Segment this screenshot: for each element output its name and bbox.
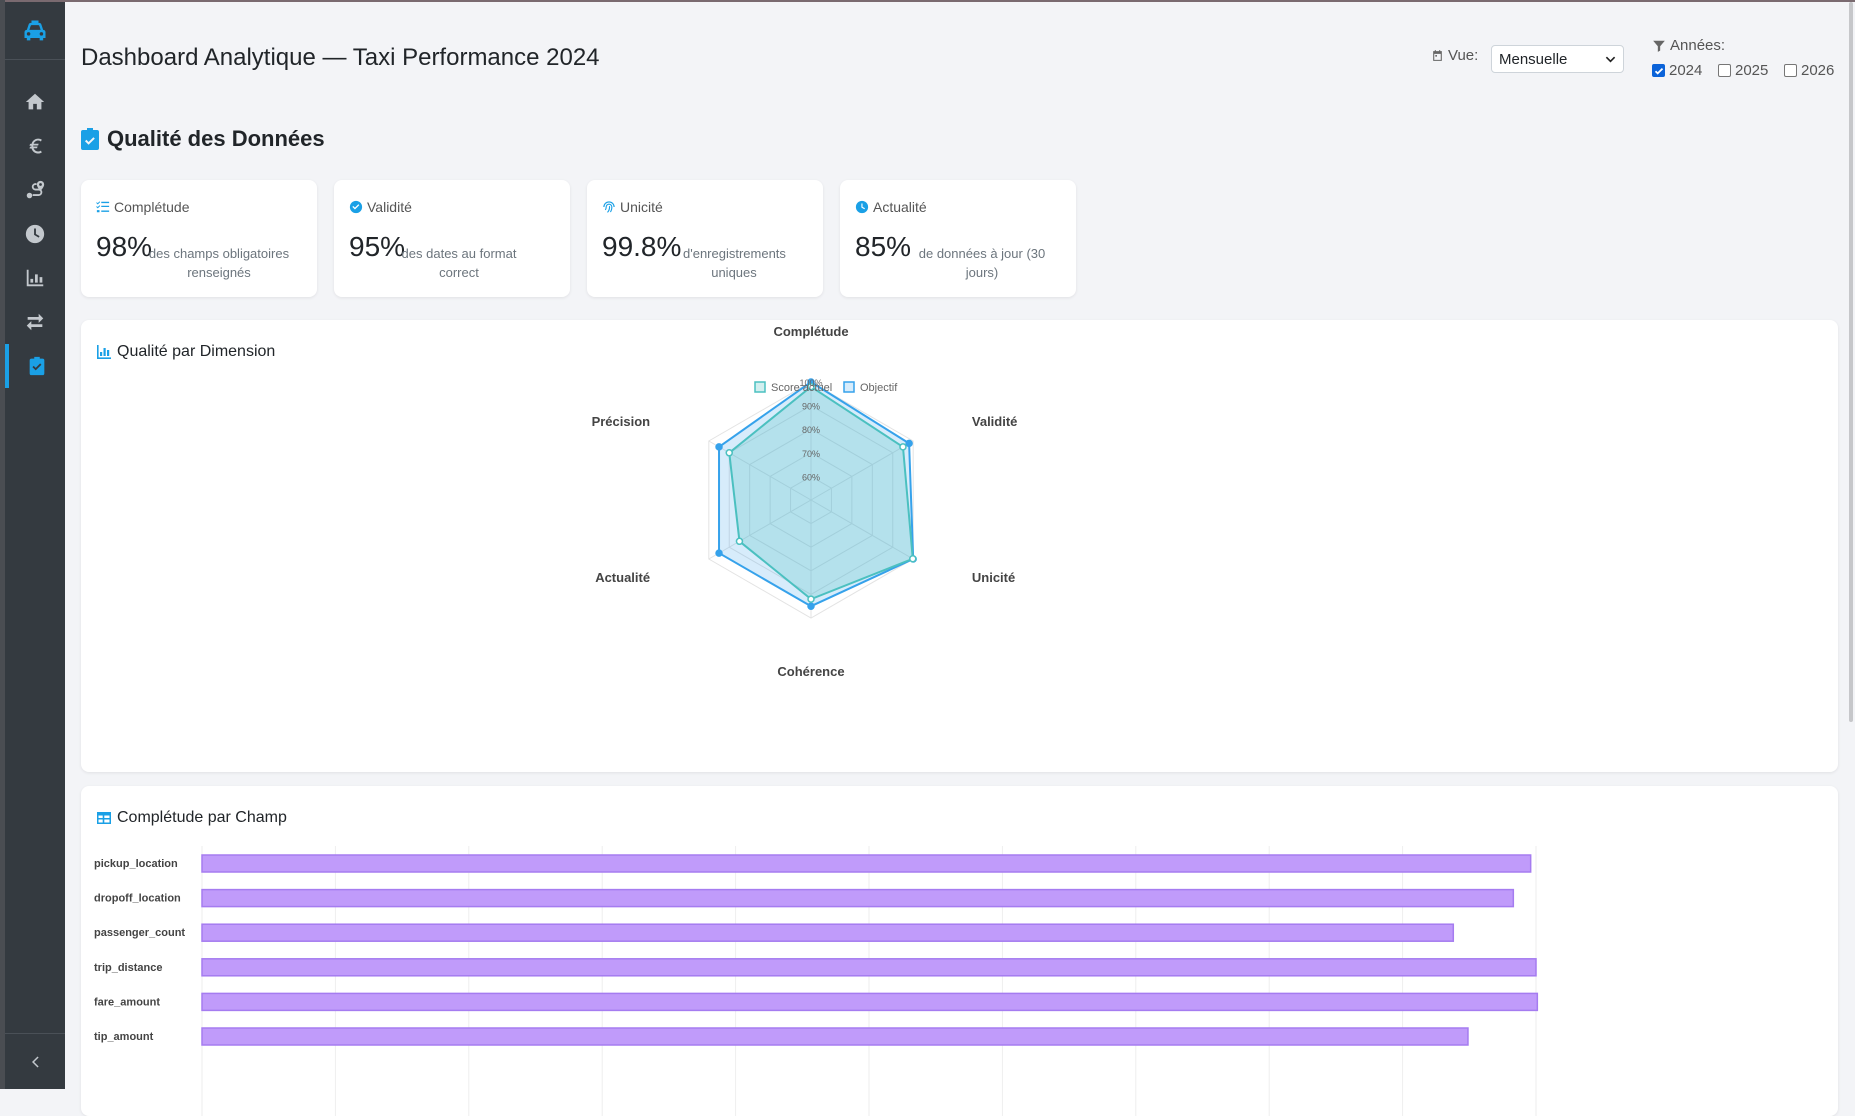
bar[interactable] (201, 992, 1539, 1012)
main-content: Dashboard Analytique — Taxi Performance … (65, 2, 1855, 1116)
taxi-icon[interactable] (5, 2, 65, 60)
sidebar (5, 2, 65, 1089)
radar-chart-card: Qualité par Dimension 60% 70% 80% 90% 100% Co… (81, 320, 1838, 772)
bar-chart-card: Complétude par Champ pickup_location drop… (81, 786, 1838, 1116)
kpi-value: 99.8% (602, 231, 682, 262)
kpi-value: 85% (855, 231, 912, 262)
kpi-card-completude: Complétude 98% des champs obligatoires r… (81, 180, 317, 297)
chevron-left-icon[interactable] (5, 1033, 65, 1089)
radar-tick-label: 70% (802, 449, 820, 459)
radar-point[interactable] (715, 549, 723, 557)
radar-axis-label: Actualité (595, 570, 650, 585)
kpi-value: 95% (349, 231, 406, 262)
radar-axis-label: Précision (592, 414, 651, 429)
clipboard-check-icon (81, 128, 99, 150)
kpi-description: d'enregistrements uniques (683, 246, 786, 280)
view-select-value: Mensuelle (1499, 50, 1568, 68)
filter-icon (1653, 40, 1665, 52)
kpi-description: des dates au format correct (401, 246, 517, 280)
legend-label[interactable]: Score actuel (771, 382, 832, 394)
checkbox[interactable] (1718, 64, 1731, 77)
radar-axis-label: Complétude (773, 324, 848, 339)
radar-tick-label: 60% (802, 472, 820, 482)
checkbox-checked[interactable] (1652, 64, 1665, 77)
chart-icon[interactable] (5, 256, 65, 300)
bar[interactable] (201, 888, 1515, 908)
scrollbar-thumb[interactable] (1849, 2, 1853, 722)
bar-category-label: pickup_location (94, 858, 178, 870)
page-title: Dashboard Analytique — Taxi Performance … (81, 44, 600, 71)
radar-axis-label: Unicité (972, 570, 1015, 585)
clipboard-check-icon[interactable] (5, 344, 65, 388)
check-circle-icon (349, 200, 363, 214)
kpi-label: Complétude (96, 199, 190, 215)
kpi-label: Unicité (602, 199, 663, 215)
calendar-icon (1433, 50, 1442, 61)
radar-chart: 60%70%80%90%100%ComplétudeValiditéUnicit… (592, 324, 1018, 679)
view-select[interactable]: Mensuelle (1491, 45, 1624, 73)
legend-label[interactable]: Objectif (860, 382, 898, 394)
section-title: Qualité des Données (81, 126, 325, 152)
bar[interactable] (201, 854, 1532, 873)
bar[interactable] (201, 958, 1537, 977)
list-check-icon (96, 201, 110, 213)
radar-point[interactable] (807, 595, 815, 603)
kpi-card-actualite: Actualité 85% de données à jour (30 jour… (840, 180, 1076, 297)
kpi-label: Actualité (855, 199, 927, 215)
clock-icon (855, 200, 869, 214)
radar-tick-label: 90% (802, 402, 820, 412)
bar-category-label: tip_amount (94, 1031, 154, 1043)
radar-axis-label: Cohérence (777, 664, 844, 679)
kpi-description: de données à jour (30 jours) (918, 246, 1046, 280)
radar-point[interactable] (909, 555, 917, 563)
bar-category-label: trip_distance (94, 962, 162, 974)
radar-point[interactable] (899, 443, 907, 451)
years-filter-label: Années: (1652, 37, 1725, 54)
bar-category-label: dropoff_location (94, 893, 181, 905)
year-checkbox-2026[interactable]: 2026 (1784, 62, 1834, 79)
legend-swatch[interactable] (843, 381, 855, 393)
checkbox[interactable] (1784, 64, 1797, 77)
bar[interactable] (201, 923, 1455, 942)
euro-icon[interactable] (5, 124, 65, 168)
radar-point[interactable] (905, 439, 913, 448)
kpi-card-unicite: Unicité 99.8% d'enregistrements uniques (587, 180, 823, 297)
route-icon[interactable] (5, 168, 65, 212)
radar-tick-label: 80% (802, 425, 820, 435)
year-checkbox-2025[interactable]: 2025 (1718, 62, 1768, 79)
chevron-down-icon (1605, 56, 1616, 63)
radar-axis-label: Validité (972, 414, 1018, 429)
kpi-label: Validité (349, 199, 412, 215)
radar-point[interactable] (807, 602, 815, 610)
home-icon[interactable] (5, 80, 65, 124)
bar-chart: pickup_location dropoff_location passenger… (94, 846, 1539, 1116)
bar-category-label: fare_amount (94, 996, 160, 1008)
clock-icon[interactable] (5, 212, 65, 256)
view-label: Vue: (1431, 47, 1478, 64)
kpi-description: des champs obligatoires renseignés (148, 246, 290, 280)
bar-category-label: passenger_count (94, 927, 185, 939)
kpi-card-validite: Validité 95% des dates au format correct (334, 180, 570, 297)
bar[interactable] (201, 1027, 1469, 1046)
fingerprint-icon (603, 201, 615, 213)
radar-point[interactable] (725, 449, 733, 457)
legend-swatch[interactable] (754, 381, 766, 393)
radar-point[interactable] (715, 443, 723, 451)
exchange-icon[interactable] (5, 300, 65, 344)
year-checkbox-2024[interactable]: 2024 (1652, 62, 1702, 79)
radar-point[interactable] (735, 537, 744, 546)
